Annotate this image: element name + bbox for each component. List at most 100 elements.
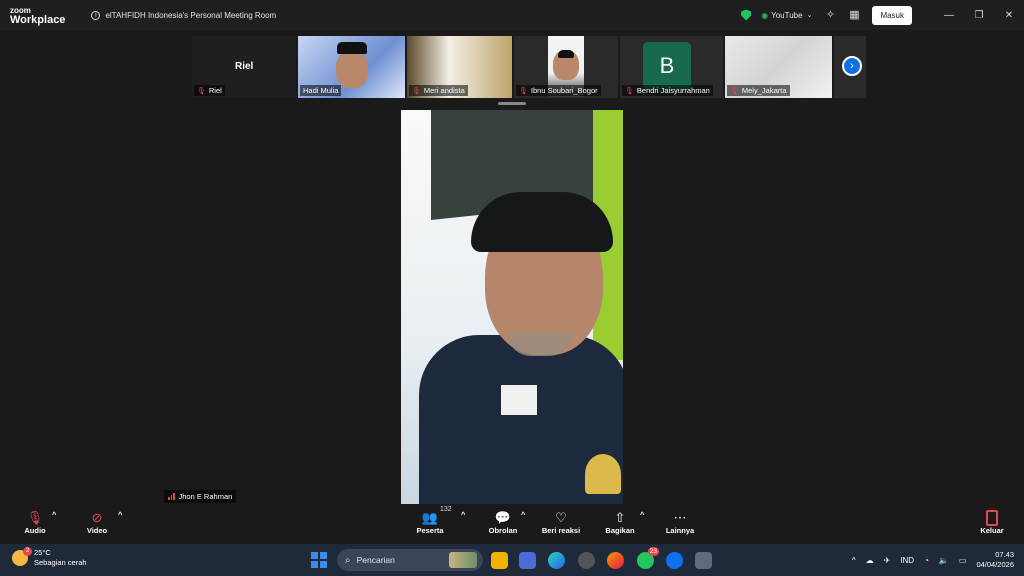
- strip-resize-handle[interactable]: [498, 102, 526, 105]
- live-signal-icon: ◉: [761, 10, 769, 20]
- zoom-logo: zoom Workplace: [10, 6, 66, 26]
- weather-temp: 25°C: [34, 548, 51, 557]
- app-icon[interactable]: [578, 552, 595, 569]
- meeting-info[interactable]: i elTAHFIDH Indonesia's Personal Meeting…: [91, 10, 277, 20]
- participants-label: Peserta: [416, 526, 444, 535]
- youtube-label: YouTube: [771, 10, 803, 20]
- video-button[interactable]: ⊘ Video: [84, 510, 110, 535]
- participants-options-caret[interactable]: ^: [461, 510, 465, 519]
- participant-tile[interactable]: 🎙 Ibnu Soubari_Bogor: [514, 36, 618, 98]
- mic-muted-icon: 🎙: [519, 87, 528, 95]
- participant-avatar: B: [643, 42, 691, 90]
- video-options-caret[interactable]: ^: [118, 510, 122, 519]
- weather-widget[interactable]: 2 25°C Sebagian cerah: [12, 547, 87, 568]
- participant-tile[interactable]: B 🎙 Bendri Jaisyurrahman: [620, 36, 723, 98]
- chat-button[interactable]: 💬 Obrolan: [486, 510, 520, 535]
- window-app-icon[interactable]: [695, 552, 712, 569]
- restore-button[interactable]: ❐: [964, 10, 994, 21]
- system-tray: ^ ☁ ✈ IND ◔ 🔈 ▭ 07.43 04/04/2026: [852, 544, 1024, 576]
- chat-options-caret[interactable]: ^: [521, 510, 525, 519]
- share-screen-icon: ⇧: [614, 510, 626, 525]
- share-button[interactable]: ⇧ Bagikan: [603, 510, 637, 535]
- video-off-icon: ⊘: [91, 510, 103, 525]
- participants-count: 132: [440, 506, 452, 513]
- signal-bars-icon: [168, 493, 176, 500]
- audio-options-caret[interactable]: ^: [52, 510, 56, 519]
- participant-tile[interactable]: 🎙 Meri andista: [407, 36, 512, 98]
- mic-muted-icon: 🎙: [730, 87, 739, 95]
- leave-label: Keluar: [980, 526, 1004, 535]
- clock[interactable]: 07.43 04/04/2026: [976, 550, 1014, 570]
- participant-label: 🎙 Meri andista: [409, 85, 468, 96]
- zoom-app-icon[interactable]: [519, 552, 536, 569]
- active-speaker-video: [401, 110, 623, 504]
- clock-time: 07.43: [995, 550, 1014, 559]
- info-icon[interactable]: i: [91, 10, 101, 20]
- video-label: Video: [86, 526, 108, 535]
- whatsapp-badge: 23: [647, 547, 659, 556]
- logo-workplace-text: Workplace: [10, 13, 66, 26]
- self-view-tile[interactable]: Riel 🎙 Riel: [192, 36, 296, 98]
- weather-desc: Sebagian cerah: [34, 558, 87, 567]
- sparkle-icon[interactable]: ✧: [824, 9, 836, 21]
- weather-icon: 2: [12, 547, 32, 566]
- more-button[interactable]: ⋯ Lainnya: [664, 510, 696, 535]
- more-dots-icon: ⋯: [673, 510, 687, 525]
- chevron-up-icon[interactable]: ^: [852, 556, 856, 565]
- weather-badge: 2: [23, 547, 32, 556]
- mic-muted-icon: 🎙: [625, 87, 634, 95]
- participant-tile[interactable]: 🎙 Mely_Jakarta: [725, 36, 832, 98]
- wifi-icon[interactable]: ◔: [924, 556, 929, 565]
- clapperboard-icon[interactable]: ▦: [848, 9, 860, 21]
- react-button[interactable]: ♡ Beri reaksi: [540, 510, 582, 535]
- edge-browser-icon[interactable]: [548, 552, 565, 569]
- firefox-icon[interactable]: [607, 552, 624, 569]
- self-tile-label: 🎙 Riel: [194, 85, 225, 96]
- close-button[interactable]: ✕: [994, 10, 1024, 21]
- volume-icon[interactable]: 🔈: [939, 556, 949, 565]
- minimize-button[interactable]: —: [934, 10, 964, 21]
- sign-in-button[interactable]: Masuk: [872, 5, 912, 25]
- zoom-taskbar-icon[interactable]: [666, 552, 683, 569]
- self-label-text: Riel: [208, 86, 222, 95]
- tray-app-icon[interactable]: ✈: [884, 556, 891, 565]
- participant-name: Mely_Jakarta: [741, 86, 787, 95]
- leave-button[interactable]: Keluar: [978, 510, 1006, 535]
- mic-muted-icon: 🎙: [197, 87, 206, 95]
- search-icon: ⌕: [345, 554, 351, 566]
- windows-taskbar: 2 25°C Sebagian cerah ⌕ Pencarian 23 ^ ☁…: [0, 544, 1024, 576]
- meeting-toolbar: 🎙 Audio ^ ⊘ Video ^ 👥 Peserta 132 ^ 💬 Ob…: [0, 504, 1024, 544]
- react-label: Beri reaksi: [541, 526, 581, 535]
- leave-icon: [986, 510, 998, 526]
- participant-video: [336, 50, 368, 88]
- language-indicator[interactable]: IND: [900, 556, 914, 565]
- battery-icon[interactable]: ▭: [959, 556, 967, 565]
- audio-button[interactable]: 🎙 Audio: [22, 510, 48, 535]
- share-options-caret[interactable]: ^: [640, 510, 644, 519]
- mic-muted-icon: 🎙: [26, 510, 44, 525]
- participant-label: 🎙 Ibnu Soubari_Bogor: [516, 85, 601, 96]
- participant-tile[interactable]: Hadi Mulia: [298, 36, 405, 98]
- more-label: Lainnya: [665, 526, 695, 535]
- onedrive-icon[interactable]: ☁: [866, 556, 874, 565]
- clock-date: 04/04/2026: [976, 560, 1014, 569]
- heart-icon: ♡: [555, 510, 567, 525]
- chevron-right-icon[interactable]: ›: [842, 56, 862, 76]
- security-shield-icon[interactable]: [741, 9, 752, 21]
- active-speaker-name: Jhon E Rahman: [178, 492, 233, 501]
- participant-label: Hadi Mulia: [300, 85, 342, 96]
- title-bar: zoom Workplace i elTAHFIDH Indonesia's P…: [0, 0, 1024, 30]
- meeting-title: elTAHFIDH Indonesia's Personal Meeting R…: [105, 10, 277, 20]
- participant-label: 🎙 Bendri Jaisyurrahman: [622, 85, 713, 96]
- chat-bubble-icon: 💬: [494, 510, 512, 525]
- whatsapp-icon[interactable]: 23: [637, 547, 659, 569]
- participant-name: Ibnu Soubari_Bogor: [530, 86, 598, 95]
- participants-button[interactable]: 👥 Peserta: [413, 510, 447, 535]
- participant-label: 🎙 Mely_Jakarta: [727, 85, 790, 96]
- file-explorer-icon[interactable]: [491, 552, 508, 569]
- youtube-stream-button[interactable]: ◉ YouTube ⌄: [761, 11, 812, 20]
- participant-name: Hadi Mulia: [303, 86, 339, 95]
- windows-start-icon[interactable]: [311, 552, 327, 568]
- search-highlight-image: [449, 552, 477, 568]
- taskbar-search[interactable]: ⌕ Pencarian: [337, 549, 483, 571]
